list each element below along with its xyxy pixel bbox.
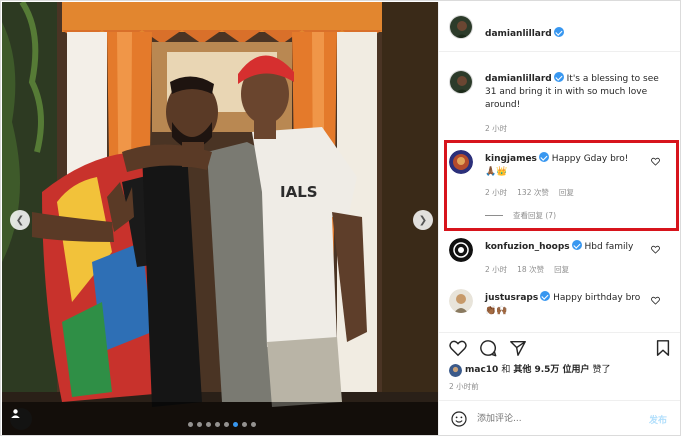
- comment-username[interactable]: justusraps: [485, 293, 538, 303]
- comment-avatar-konfuzion[interactable]: [449, 238, 473, 262]
- caption-avatar[interactable]: [449, 70, 473, 94]
- publish-button[interactable]: 发布: [649, 413, 667, 426]
- heart-icon[interactable]: [449, 339, 467, 357]
- carousel-dot: [197, 422, 202, 427]
- carousel-dot: [215, 422, 220, 427]
- comment-input[interactable]: [477, 410, 637, 428]
- avatar-image: [449, 238, 473, 262]
- comment-time: 2 小时: [485, 265, 508, 274]
- post-timestamp: 2 小时前: [449, 382, 479, 391]
- highlight-box: [444, 140, 679, 231]
- comment-icon[interactable]: [479, 339, 497, 357]
- verified-badge-icon: [571, 240, 582, 250]
- chevron-right-icon: ❯: [418, 214, 428, 226]
- carousel-dot: [188, 422, 193, 427]
- post-photo[interactable]: IALS ❮ ❯: [2, 2, 438, 435]
- avatar-image: [450, 16, 472, 38]
- carousel-dot: [206, 422, 211, 427]
- carousel-indicator: [188, 422, 256, 427]
- comment-text: Happy birthday bro: [553, 293, 641, 303]
- author-username[interactable]: damianlillard: [485, 29, 552, 39]
- author-name-row: damianlillard: [485, 21, 564, 40]
- carousel-dot: [224, 422, 229, 427]
- carousel-next-button[interactable]: ❯: [413, 210, 433, 230]
- heart-icon[interactable]: [651, 245, 660, 254]
- caption-username[interactable]: damianlillard: [485, 74, 552, 84]
- caption: damianlillard It's a blessing to see 31 …: [485, 72, 670, 112]
- carousel-dot: [251, 422, 256, 427]
- comment-konfuzion: konfuzion_hoops Hbd family: [485, 240, 655, 254]
- carousel-dot: [242, 422, 247, 427]
- comment-meta: 2 小时 18 次赞 回复: [485, 264, 569, 275]
- emoji-icon[interactable]: [451, 411, 467, 427]
- carousel-dot: [233, 422, 238, 427]
- likes-suffix: 赞了: [592, 365, 611, 375]
- add-comment-bar: 发布: [439, 400, 680, 435]
- verified-badge-icon: [553, 72, 564, 82]
- svg-text:IALS: IALS: [280, 183, 318, 201]
- photo-illustration: IALS: [2, 2, 438, 435]
- author-avatar[interactable]: [449, 15, 473, 39]
- comment-emoji: 👏🏾🙌🏾: [485, 306, 508, 316]
- verified-badge-icon: [540, 291, 551, 301]
- caption-time: 2 小时: [485, 124, 508, 133]
- tagged-users-button[interactable]: [10, 408, 32, 430]
- verified-badge-icon: [553, 27, 564, 37]
- avatar-image: [450, 71, 472, 93]
- chevron-left-icon: ❮: [15, 214, 25, 226]
- avatar-image: [449, 289, 473, 313]
- comment-reply-button[interactable]: 回复: [554, 264, 569, 275]
- likes-summary: mac10 和 其他 9.5万 位用户 赞了: [449, 364, 611, 377]
- avatar-image: [449, 364, 462, 377]
- comment-username[interactable]: konfuzion_hoops: [485, 242, 570, 252]
- carousel-prev-button[interactable]: ❮: [10, 210, 30, 230]
- bookmark-icon[interactable]: [654, 339, 672, 357]
- comment-justusraps: justusraps Happy birthday bro 👏🏾🙌🏾: [485, 291, 655, 318]
- instagram-post-window: IALS ❮ ❯ damianlillard damianlillard It'…: [0, 0, 681, 436]
- comment-text: Hbd family: [584, 242, 634, 252]
- comment-likes[interactable]: 18 次赞: [517, 264, 544, 275]
- comment-avatar-justusraps[interactable]: [449, 289, 473, 313]
- share-icon[interactable]: [509, 339, 527, 357]
- liker-username[interactable]: mac10: [465, 364, 498, 377]
- liker-avatar[interactable]: [449, 364, 462, 377]
- likes-connector: 和: [501, 365, 511, 375]
- post-header: damianlillard: [439, 2, 680, 52]
- post-action-bar: [439, 332, 680, 358]
- tag-user-icon: [11, 409, 20, 418]
- heart-icon[interactable]: [651, 296, 660, 305]
- likes-others[interactable]: 其他 9.5万 位用户: [513, 364, 589, 377]
